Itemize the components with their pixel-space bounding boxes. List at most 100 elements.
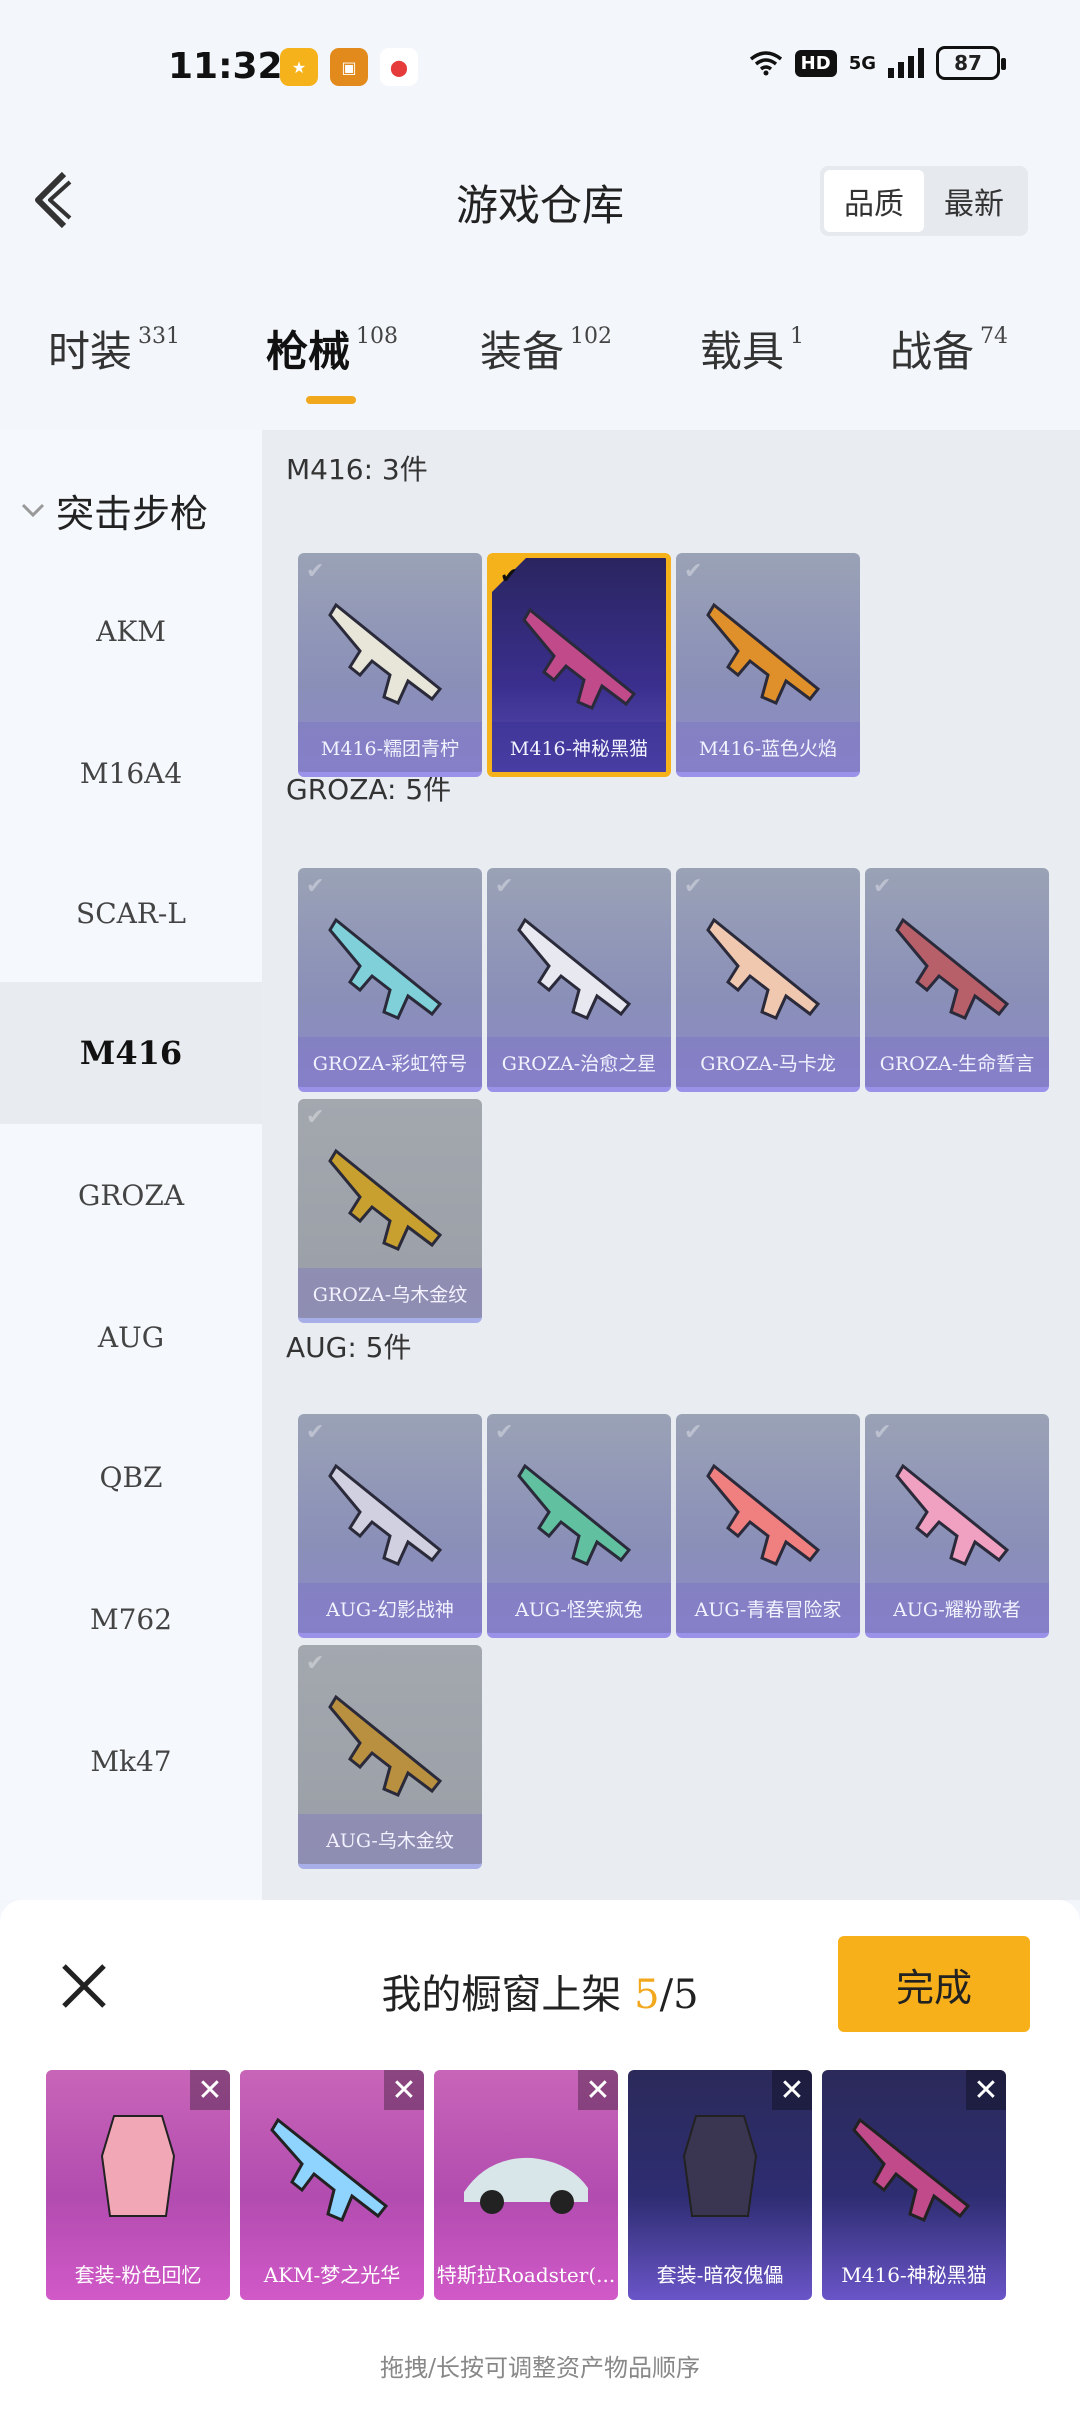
- rifle-icon: [706, 602, 821, 705]
- tab-count: 108: [356, 324, 399, 349]
- app-icon-yellow: ★: [280, 48, 318, 86]
- showcase-panel: 我的橱窗上架 5/5 完成 ✕ 套装-粉色回忆 ✕ AKM-梦之光华 ✕ 特斯拉Roads…: [0, 1900, 1080, 2412]
- showcase-item-label: 套装-暗夜傀儡: [656, 2262, 784, 2287]
- check-icon: ✔: [684, 559, 703, 584]
- sidebar-item-akm[interactable]: AKM: [0, 560, 262, 702]
- weapon-card[interactable]: ✔ GROZA-乌木金纹: [298, 1099, 482, 1323]
- battery-level: 87: [954, 51, 982, 75]
- weapon-card[interactable]: ✔ AUG-怪笑疯兔: [487, 1414, 671, 1638]
- sort-toggle[interactable]: 品质 最新: [820, 166, 1028, 236]
- weapon-card[interactable]: ✔ AUG-乌木金纹: [298, 1645, 482, 1869]
- group-title-m416: M416: 3件: [286, 453, 428, 486]
- showcase-item-label: 套装-粉色回忆: [74, 2262, 202, 2287]
- tab-count: 102: [570, 324, 613, 349]
- tab-equipment[interactable]: 装备 102: [480, 318, 612, 379]
- tab-label: 载具: [700, 327, 785, 376]
- check-icon: ✔: [873, 1420, 892, 1445]
- sidebar-item-m416[interactable]: M416: [0, 982, 262, 1124]
- sidebar-item-mk47[interactable]: Mk47: [0, 1690, 262, 1832]
- sidebar-item-groza[interactable]: GROZA: [0, 1124, 262, 1266]
- showcase-item[interactable]: ✕ 套装-粉色回忆: [46, 2070, 230, 2300]
- weapon-card[interactable]: ✔ M416-糯团青柠: [298, 553, 482, 777]
- sidebar-item-m16a4[interactable]: M16A4: [0, 702, 262, 844]
- weapon-grid: M416: 3件 GROZA: 5件 AUG: 5件 ✔ M416-糯团青柠 ✔ M4…: [262, 430, 1080, 1900]
- done-button[interactable]: 完成: [838, 1936, 1030, 2032]
- showcase-item[interactable]: ✕ 套装-暗夜傀儡: [628, 2070, 812, 2300]
- tab-count: 1: [790, 324, 805, 349]
- status-time: 11:32: [168, 46, 283, 87]
- tab-count: 331: [138, 324, 181, 349]
- weapon-sidebar: 突击步枪 AKM M16A4 SCAR-L M416 GROZA AUG QBZ…: [0, 430, 262, 1900]
- rifle-icon: [328, 917, 443, 1020]
- weapon-card-label: GROZA-马卡龙: [676, 1037, 860, 1087]
- check-icon: ✔: [306, 1420, 325, 1445]
- check-icon: ✔: [306, 1105, 325, 1130]
- car-icon-icon: [464, 2157, 588, 2214]
- showcase-item[interactable]: ✕ AKM-梦之光华: [240, 2070, 424, 2300]
- weapon-card[interactable]: ✔ GROZA-彩虹符号: [298, 868, 482, 1092]
- showcase-item-label: AKM-梦之光华: [263, 2262, 401, 2287]
- sort-quality-option[interactable]: 品质: [824, 170, 924, 232]
- weapon-card-label: AUG-青春冒险家: [676, 1583, 860, 1633]
- rifle-icon: [328, 1148, 443, 1251]
- rifle-icon: [328, 1463, 443, 1566]
- battery-icon: 87: [936, 46, 1006, 80]
- showcase-item[interactable]: ✕ M416-神秘黑猫: [822, 2070, 1006, 2300]
- tab-count: 74: [980, 324, 1009, 349]
- tab-vehicles[interactable]: 载具 1: [700, 318, 804, 379]
- check-icon: ✔: [495, 1420, 514, 1445]
- sidebar-item-m762[interactable]: M762: [0, 1548, 262, 1690]
- check-icon: ✔: [306, 874, 325, 899]
- weapon-card[interactable]: ✔ GROZA-马卡龙: [676, 868, 860, 1092]
- status-indicators: HD 5G 87: [749, 46, 1006, 80]
- showcase-item-label: 特斯拉Roadster(...: [436, 2262, 616, 2287]
- tab-firearms[interactable]: 枪械 108: [266, 318, 398, 379]
- weapon-card[interactable]: ✔ AUG-幻影战神: [298, 1414, 482, 1638]
- weapon-card[interactable]: ✔ M416-神秘黑猫: [487, 553, 671, 777]
- showcase-total: /5: [659, 1972, 699, 2018]
- weapon-card[interactable]: ✔ AUG-青春冒险家: [676, 1414, 860, 1638]
- network-type: 5G: [848, 52, 876, 74]
- rifle-icon: [517, 917, 632, 1020]
- sidebar-item-qbz[interactable]: QBZ: [0, 1406, 262, 1548]
- sidebar-category-header[interactable]: 突击步枪: [0, 470, 262, 550]
- sidebar-item-aug[interactable]: AUG: [0, 1266, 262, 1408]
- weapon-card-label: GROZA-治愈之星: [487, 1037, 671, 1087]
- weapon-card[interactable]: ✔ GROZA-治愈之星: [487, 868, 671, 1092]
- wifi-icon: [749, 51, 782, 76]
- showcase-item[interactable]: ✕ 特斯拉Roadster(...: [434, 2070, 618, 2300]
- showcase-count: 5: [634, 1972, 660, 2018]
- sidebar-category-label: 突击步枪: [56, 491, 209, 536]
- sort-newest-option[interactable]: 最新: [924, 170, 1024, 232]
- check-icon: ✔: [306, 559, 325, 584]
- notification-icons: ★ ▣ ⬤: [280, 48, 418, 86]
- weapon-card[interactable]: ✔ AUG-耀粉歌者: [865, 1414, 1049, 1638]
- weapon-card[interactable]: ✔ M416-蓝色火焰: [676, 553, 860, 777]
- weapon-card-label: AUG-耀粉歌者: [865, 1583, 1049, 1633]
- rifle-akm-icon: [270, 2117, 389, 2222]
- weapon-card-label: AUG-乌木金纹: [298, 1814, 482, 1864]
- tab-label: 战备: [890, 327, 975, 376]
- tab-label: 枪械: [266, 327, 351, 376]
- rifle-icon: [517, 1463, 632, 1566]
- weapon-card[interactable]: ✔ GROZA-生命誓言: [865, 868, 1049, 1092]
- rifle-m416-icon: [852, 2117, 971, 2222]
- reorder-hint: 拖拽/长按可调整资产物品顺序: [379, 2354, 701, 2382]
- category-tabs: 时装 331 枪械 108 装备 102 载具 1 战备 74: [0, 300, 1080, 420]
- sidebar-item-scar-l[interactable]: SCAR-L: [0, 842, 262, 984]
- hd-badge: HD: [794, 49, 837, 77]
- rifle-icon: [328, 1694, 443, 1797]
- rifle-icon: [706, 1463, 821, 1566]
- tab-outfit[interactable]: 时装 331: [48, 318, 180, 379]
- rifle-icon: [706, 917, 821, 1020]
- weapon-card-label: M416-糯团青柠: [298, 722, 482, 772]
- check-icon: ✔: [495, 874, 514, 899]
- rifle-icon: [895, 917, 1010, 1020]
- map-pin-icon: ⬤: [380, 48, 418, 86]
- check-icon: ✔: [684, 874, 703, 899]
- tab-battle-gear[interactable]: 战备 74: [890, 318, 1008, 379]
- weapon-card-label: M416-神秘黑猫: [492, 722, 666, 772]
- outfit-dark-icon: [682, 2115, 758, 2217]
- rifle-icon: [895, 1463, 1010, 1566]
- weapon-card-label: AUG-幻影战神: [298, 1583, 482, 1633]
